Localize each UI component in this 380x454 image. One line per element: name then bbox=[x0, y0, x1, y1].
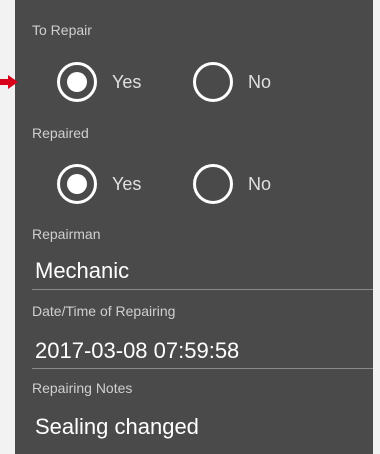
to-repair-yes-option[interactable]: Yes bbox=[57, 60, 141, 104]
radio-checked-icon[interactable] bbox=[57, 62, 97, 102]
repairman-label: Repairman bbox=[32, 226, 101, 242]
to-repair-no-option[interactable]: No bbox=[193, 60, 271, 104]
radio-unchecked-icon[interactable] bbox=[193, 164, 233, 204]
right-edge bbox=[373, 0, 380, 454]
to-repair-label: To Repair bbox=[32, 22, 92, 38]
repairing-notes-label: Repairing Notes bbox=[32, 380, 133, 396]
repaired-radio-group: Yes No bbox=[15, 162, 380, 210]
repaired-no-option[interactable]: No bbox=[193, 162, 271, 206]
repaired-yes-label: Yes bbox=[112, 173, 142, 194]
repair-datetime-underline bbox=[32, 368, 380, 369]
radio-checked-icon[interactable] bbox=[57, 164, 97, 204]
repairman-underline bbox=[32, 289, 380, 290]
to-repair-no-label: No bbox=[248, 71, 272, 92]
repairman-field[interactable]: Mechanic bbox=[35, 258, 129, 284]
form-panel: To Repair Yes No Repaired Yes No Repairm… bbox=[15, 0, 380, 454]
repaired-label: Repaired bbox=[32, 125, 89, 141]
to-repair-radio-group: Yes No bbox=[15, 60, 380, 108]
repair-datetime-label: Date/Time of Repairing bbox=[32, 303, 176, 319]
repaired-no-label: No bbox=[248, 173, 272, 194]
repair-datetime-field[interactable]: 2017-03-08 07:59:58 bbox=[35, 338, 239, 364]
to-repair-yes-label: Yes bbox=[112, 71, 142, 92]
radio-unchecked-icon[interactable] bbox=[193, 62, 233, 102]
repairing-notes-field[interactable]: Sealing changed bbox=[35, 414, 199, 440]
arrow-pointer-icon bbox=[0, 75, 18, 89]
repaired-yes-option[interactable]: Yes bbox=[57, 162, 141, 206]
